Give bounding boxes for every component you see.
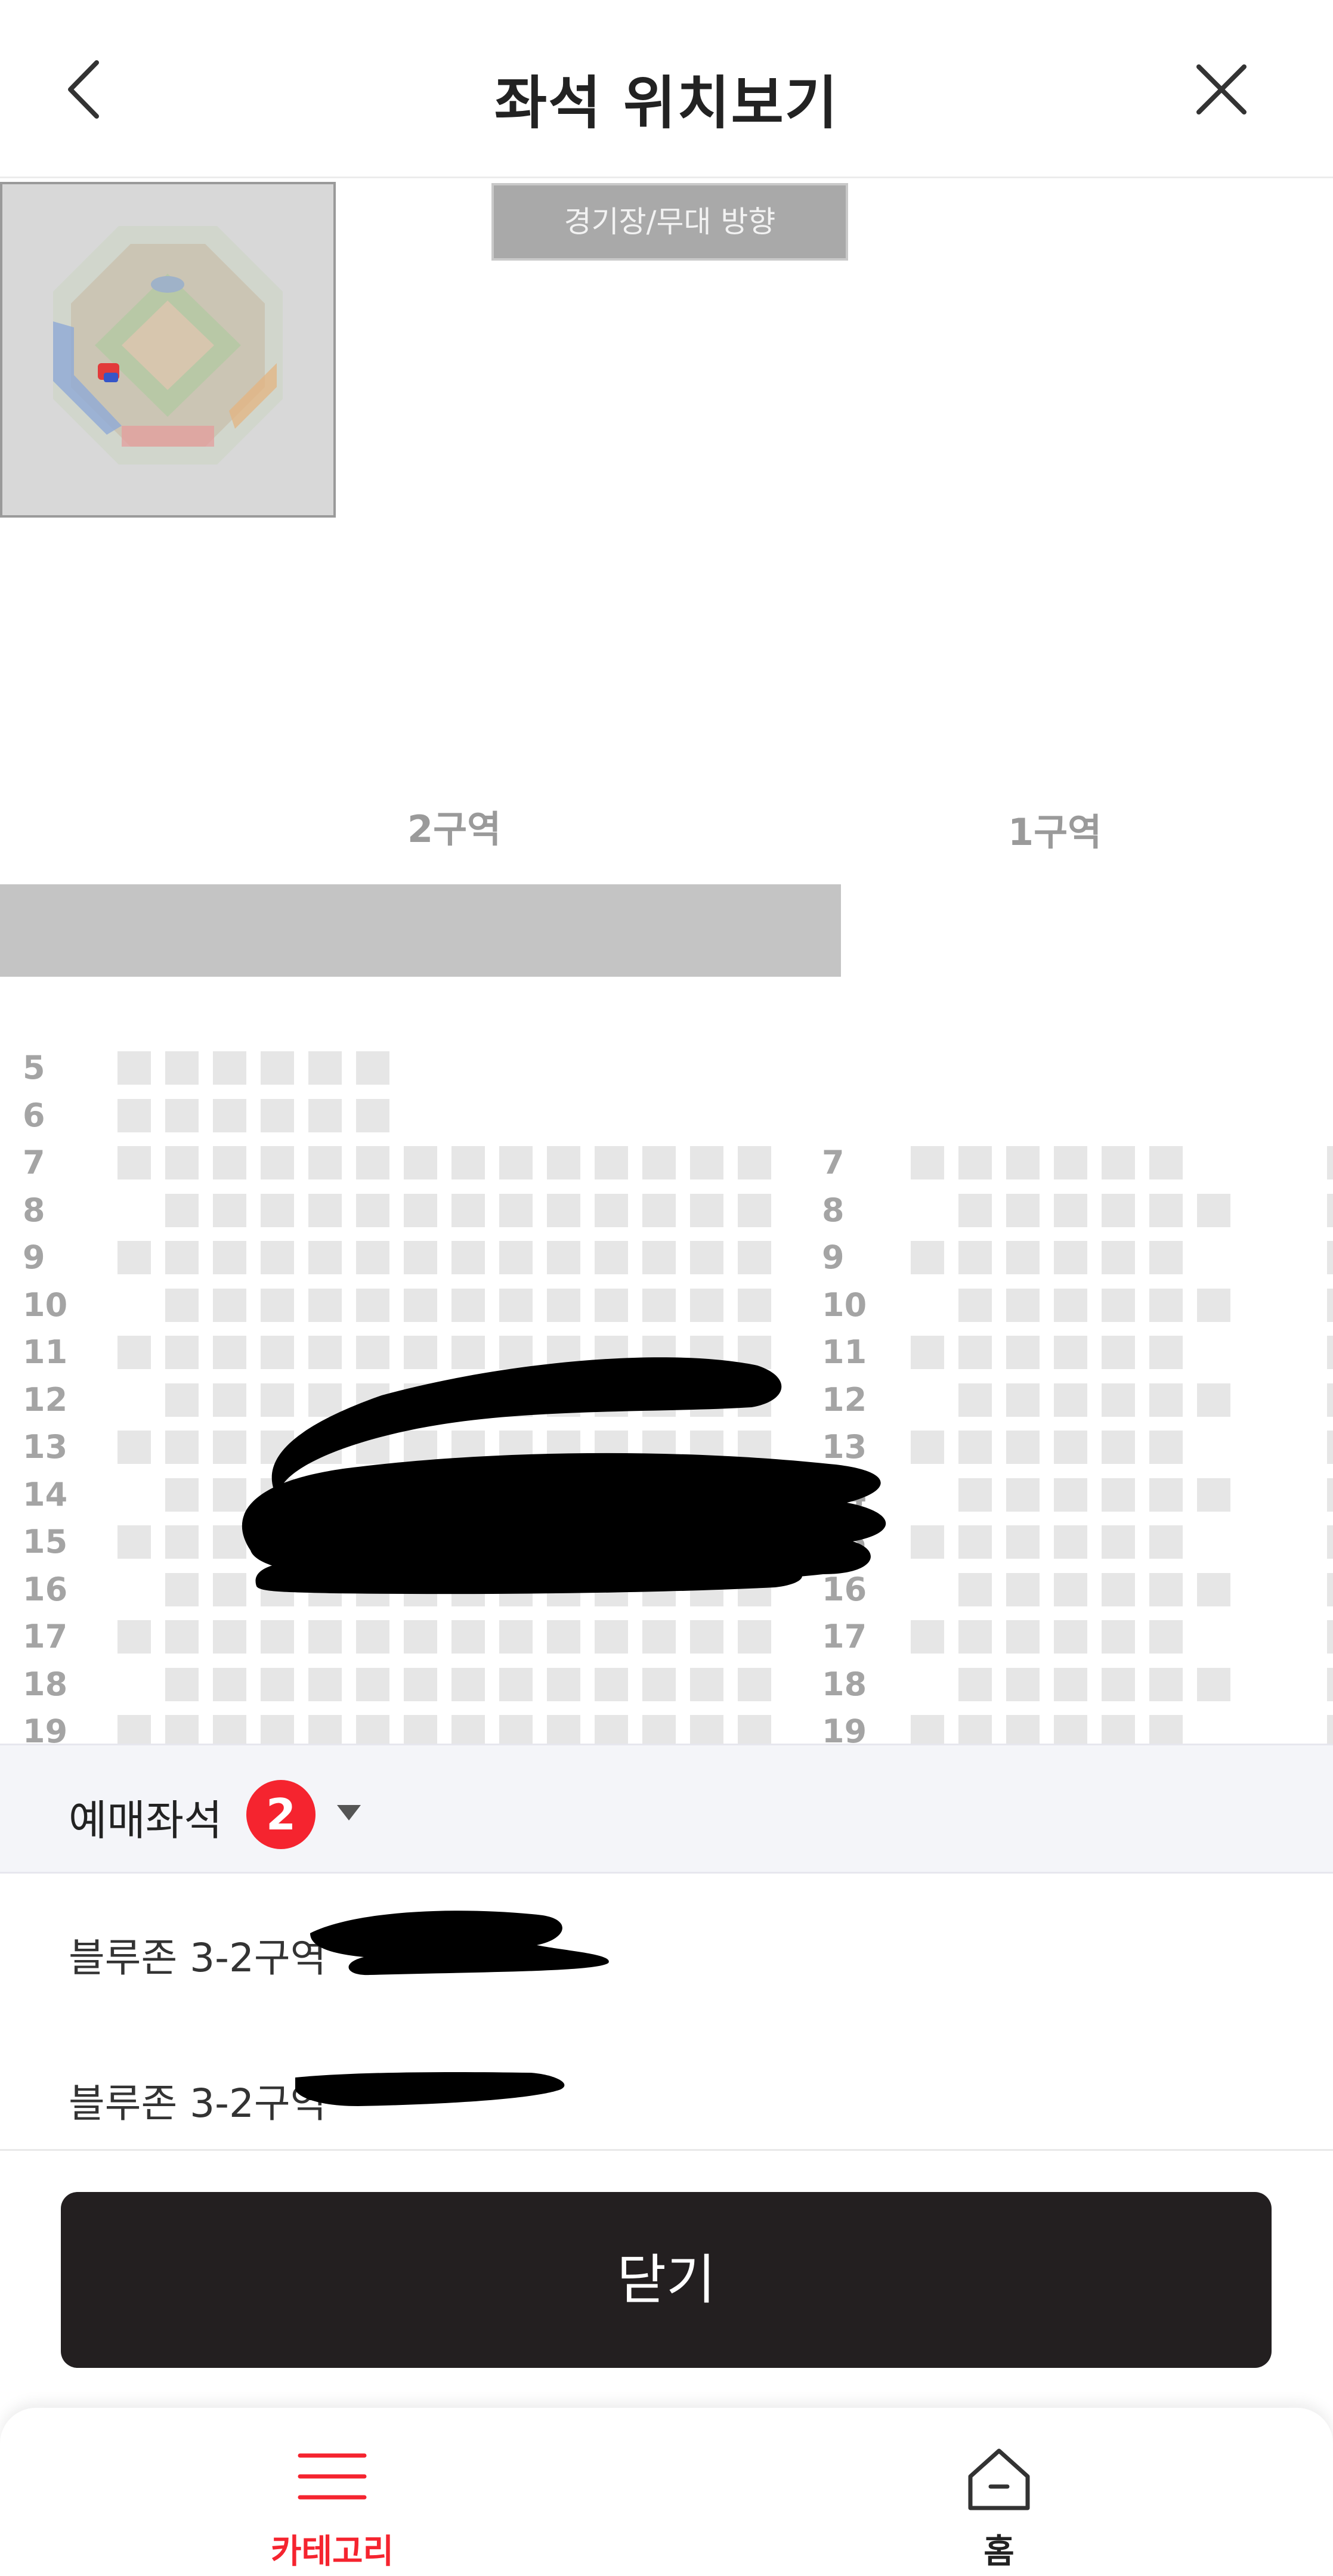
booked-seat-item[interactable]: 블루존 3-2구역 (0, 2024, 1333, 2151)
stage-direction-label: 경기장/무대 방향 (491, 183, 848, 261)
nav-label-category: 카테고리 (270, 2532, 394, 2571)
bottom-nav: 카테고리 홈 (0, 2408, 1333, 2576)
close-button[interactable]: 닫기 (61, 2192, 1272, 2368)
nav-label-home: 홈 (983, 2532, 1015, 2571)
zone-label-1: 1구역 (1008, 810, 1102, 854)
home-icon (968, 2448, 1030, 2510)
booked-count-badge: 2 (246, 1780, 316, 1849)
seat-map[interactable]: 5678910111213141516171819789101112131415… (0, 1014, 1333, 1744)
page-title: 좌석 위치보기 (494, 70, 839, 137)
zone-label-2: 2구역 (407, 807, 502, 851)
close-x-button[interactable] (1192, 60, 1251, 119)
caret-down-icon[interactable] (337, 1805, 361, 1820)
close-icon (1196, 64, 1247, 114)
menu-icon (298, 2453, 367, 2500)
stadium-minimap[interactable] (0, 182, 336, 518)
redaction-scribble (295, 2072, 565, 2106)
stage-bar (0, 884, 841, 977)
top-bar: 좌석 위치보기 (0, 0, 1333, 178)
booked-seats-label: 예매좌석 (69, 1796, 222, 1845)
booked-seat-item[interactable]: 블루존 3-2구역 (0, 1874, 1333, 2026)
stadium-map-image (53, 226, 283, 465)
redaction-scribble (242, 1357, 886, 1594)
nav-item-home[interactable]: 홈 (880, 2408, 1118, 2576)
redaction-scribble (310, 1911, 609, 1976)
booked-seats-header[interactable]: 예매좌석 2 (0, 1744, 1333, 1874)
nav-item-category[interactable]: 카테고리 (213, 2408, 451, 2576)
